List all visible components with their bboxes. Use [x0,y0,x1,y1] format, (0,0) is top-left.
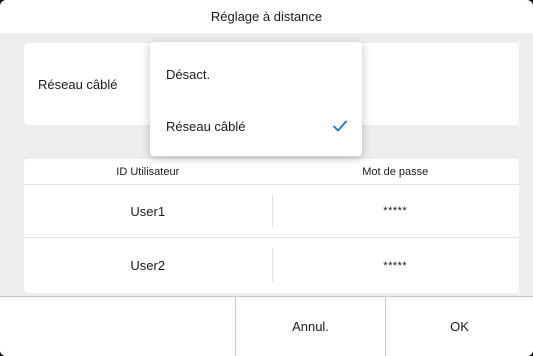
option-label: Réseau câblé [166,118,246,134]
password-cell: ***** [271,185,520,237]
dropdown-option-off[interactable]: Désact. [150,46,362,102]
option-label: Désact. [166,66,211,82]
cancel-button[interactable]: Annul. [235,297,385,356]
dialog-footer: Annul. OK [0,296,533,356]
table-header: ID Utilisateur Mot de passe [24,159,519,185]
user-id-cell: User2 [130,258,166,273]
user-id-cell: User1 [130,203,166,219]
ok-button[interactable]: OK [385,297,533,356]
remote-settings-dialog: Réglage à distance Réseau câblé ID Utili… [0,0,533,356]
header-password: Mot de passe [362,165,429,178]
table-row[interactable]: User1 ***** [24,185,519,238]
footer-spacer [0,297,235,356]
dialog-title: Réglage à distance [210,9,323,24]
table-row[interactable]: User2 ***** [24,239,519,292]
dropdown-option-wired[interactable]: Réseau câblé [150,98,362,154]
checkmark-icon [333,120,347,132]
network-setting-label: Réseau câblé [38,76,118,92]
users-table: ID Utilisateur Mot de passe User1 ***** … [24,159,519,293]
network-dropdown-menu: Désact. Réseau câblé [150,42,362,156]
password-cell: ***** [271,239,520,292]
header-user-id: ID Utilisateur [116,165,180,178]
